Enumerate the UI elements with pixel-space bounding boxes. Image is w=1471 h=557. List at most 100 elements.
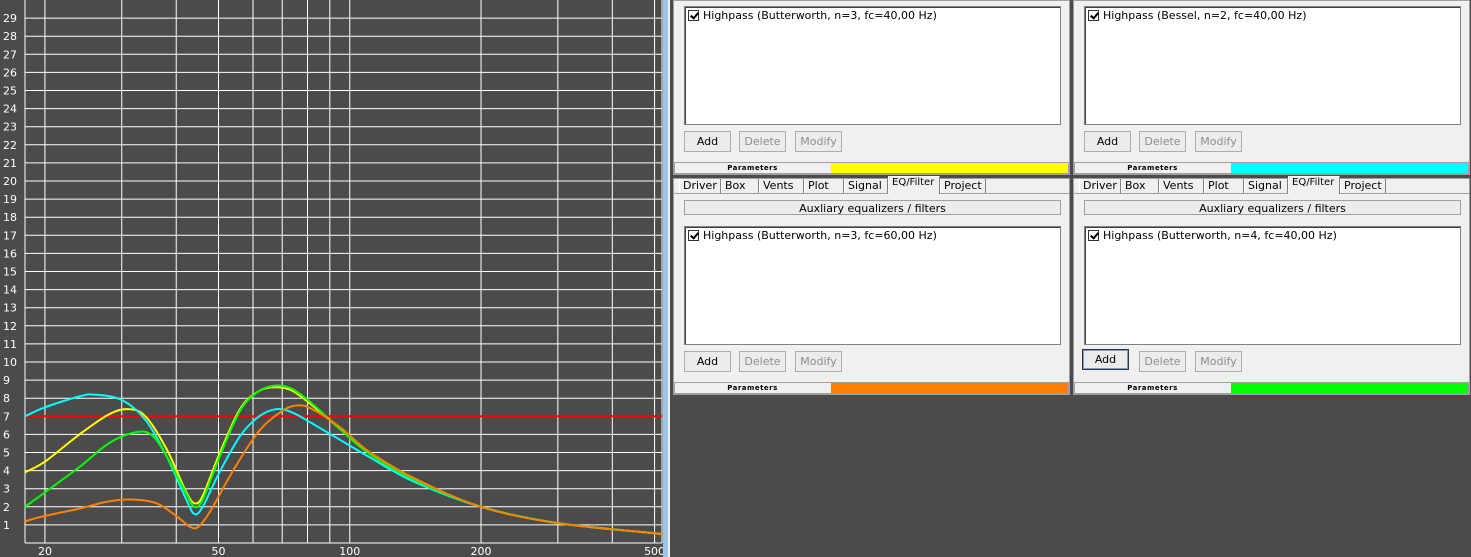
x-tick-label: 50 bbox=[211, 545, 225, 557]
tab-eq-filter[interactable]: EQ/Filter bbox=[1288, 176, 1340, 194]
delete-button[interactable]: Delete bbox=[1139, 351, 1186, 372]
tab-signal[interactable]: Signal bbox=[1244, 179, 1288, 193]
y-tick-label: 19 bbox=[3, 193, 17, 206]
y-tick-label: 3 bbox=[3, 483, 10, 496]
y-tick-label: 16 bbox=[3, 247, 17, 260]
filter-panel-green: Driver Box Vents Plot Signal EQ/Filter P… bbox=[1073, 176, 1470, 395]
parameters-label: Parameters bbox=[727, 164, 778, 172]
series-color-swatch bbox=[1231, 163, 1468, 173]
series-line bbox=[24, 384, 663, 535]
list-item[interactable]: Highpass (Bessel, n=2, fc=40,00 Hz) bbox=[1088, 9, 1307, 23]
checkbox-checked-icon[interactable] bbox=[1088, 230, 1099, 241]
checkbox-checked-icon[interactable] bbox=[688, 230, 699, 241]
y-tick-label: 15 bbox=[3, 266, 17, 279]
splitter-edge bbox=[668, 0, 670, 557]
y-tick-label: 6 bbox=[3, 428, 10, 441]
filter-list[interactable]: Highpass (Butterworth, n=3, fc=40,00 Hz) bbox=[684, 6, 1061, 125]
y-tick-label: 29 bbox=[3, 12, 17, 25]
y-tick-label: 28 bbox=[3, 30, 17, 43]
tab-driver[interactable]: Driver bbox=[1079, 179, 1121, 193]
tab-project[interactable]: Project bbox=[940, 179, 986, 193]
series-line bbox=[24, 393, 663, 535]
y-tick-label: 27 bbox=[3, 48, 17, 61]
y-tick-label: 26 bbox=[3, 66, 17, 79]
y-tick-label: 5 bbox=[3, 447, 10, 460]
modify-button[interactable]: Modify bbox=[795, 351, 842, 372]
frequency-response-chart[interactable]: 1 2 3 4 5 6 7 8 9 10 11 12 13 14 15 16 17 18 19 20 21 22 23 24 2… bbox=[0, 0, 668, 557]
y-tick-label: 17 bbox=[3, 229, 17, 242]
filter-panel-yellow: Highpass (Butterworth, n=3, fc=40,00 Hz)… bbox=[673, 0, 1070, 175]
list-item[interactable]: Highpass (Butterworth, n=4, fc=40,00 Hz) bbox=[1088, 229, 1337, 243]
filter-label: Highpass (Butterworth, n=3, fc=60,00 Hz) bbox=[703, 229, 937, 242]
delete-button[interactable]: Delete bbox=[739, 131, 786, 152]
tab-eq-filter[interactable]: EQ/Filter bbox=[888, 176, 940, 194]
x-tick-label: 100 bbox=[339, 545, 360, 557]
filter-panel-cyan: Highpass (Bessel, n=2, fc=40,00 Hz) Add … bbox=[1073, 0, 1470, 175]
tab-box[interactable]: Box bbox=[721, 179, 759, 193]
y-tick-label: 14 bbox=[3, 284, 17, 297]
add-button[interactable]: Add bbox=[684, 351, 731, 372]
parameters-label: Parameters bbox=[727, 384, 778, 392]
parameters-bar[interactable]: Parameters bbox=[1074, 382, 1469, 394]
filter-list[interactable]: Highpass (Bessel, n=2, fc=40,00 Hz) bbox=[1084, 6, 1461, 125]
y-tick-label: 10 bbox=[3, 356, 17, 369]
parameters-bar[interactable]: Parameters bbox=[674, 382, 1069, 394]
x-tick-label: 20 bbox=[38, 545, 52, 557]
filter-label: Highpass (Butterworth, n=4, fc=40,00 Hz) bbox=[1103, 229, 1337, 242]
delete-button[interactable]: Delete bbox=[739, 351, 786, 372]
series-line bbox=[24, 404, 663, 535]
tab-vents[interactable]: Vents bbox=[759, 179, 804, 193]
aux-filters-header[interactable]: Auxliary equalizers / filters bbox=[1084, 200, 1461, 215]
modify-button[interactable]: Modify bbox=[795, 131, 842, 152]
y-tick-label: 21 bbox=[3, 157, 17, 170]
y-tick-label: 13 bbox=[3, 302, 17, 315]
y-tick-label: 12 bbox=[3, 320, 17, 333]
filter-list[interactable]: Highpass (Butterworth, n=4, fc=40,00 Hz) bbox=[1084, 226, 1461, 345]
tab-project[interactable]: Project bbox=[1340, 179, 1386, 193]
filter-label: Highpass (Bessel, n=2, fc=40,00 Hz) bbox=[1103, 9, 1307, 22]
chart-svg: 1234567891011121314151617181920212223242… bbox=[3, 0, 665, 557]
parameters-bar[interactable]: Parameters bbox=[1074, 162, 1469, 174]
modify-button[interactable]: Modify bbox=[1195, 351, 1242, 372]
add-button[interactable]: Add bbox=[1084, 131, 1131, 152]
tab-vents[interactable]: Vents bbox=[1159, 179, 1204, 193]
parameters-bar[interactable]: Parameters bbox=[674, 162, 1069, 174]
tab-strip: Driver Box Vents Plot Signal EQ/Filter P… bbox=[674, 176, 1069, 194]
checkbox-checked-icon[interactable] bbox=[1088, 10, 1099, 21]
parameters-label: Parameters bbox=[1127, 164, 1178, 172]
y-tick-label: 25 bbox=[3, 85, 17, 98]
series-color-swatch bbox=[831, 383, 1068, 393]
filter-list[interactable]: Highpass (Butterworth, n=3, fc=60,00 Hz) bbox=[684, 226, 1061, 345]
y-tick-label: 18 bbox=[3, 211, 17, 224]
delete-button[interactable]: Delete bbox=[1139, 131, 1186, 152]
filter-panel-orange: Driver Box Vents Plot Signal EQ/Filter P… bbox=[673, 176, 1070, 395]
add-button[interactable]: Add bbox=[684, 131, 731, 152]
x-tick-label: 200 bbox=[471, 545, 492, 557]
list-item[interactable]: Highpass (Butterworth, n=3, fc=60,00 Hz) bbox=[688, 229, 937, 243]
y-tick-label: 24 bbox=[3, 103, 17, 116]
tab-strip: Driver Box Vents Plot Signal EQ/Filter P… bbox=[1074, 176, 1469, 194]
y-tick-label: 20 bbox=[3, 175, 17, 188]
aux-filters-header[interactable]: Auxliary equalizers / filters bbox=[684, 200, 1061, 215]
series-color-swatch bbox=[831, 163, 1068, 173]
tab-box[interactable]: Box bbox=[1121, 179, 1159, 193]
modify-button[interactable]: Modify bbox=[1195, 131, 1242, 152]
parameters-label: Parameters bbox=[1127, 384, 1178, 392]
list-item[interactable]: Highpass (Butterworth, n=3, fc=40,00 Hz) bbox=[688, 9, 937, 23]
checkbox-checked-icon[interactable] bbox=[688, 10, 699, 21]
y-tick-label: 4 bbox=[3, 465, 10, 478]
tab-plot[interactable]: Plot bbox=[804, 179, 844, 193]
y-tick-label: 1 bbox=[3, 519, 10, 532]
y-tick-label: 23 bbox=[3, 121, 17, 134]
filter-label: Highpass (Butterworth, n=3, fc=40,00 Hz) bbox=[703, 9, 937, 22]
y-tick-label: 8 bbox=[3, 392, 10, 405]
tab-signal[interactable]: Signal bbox=[844, 179, 888, 193]
add-button[interactable]: Add bbox=[1082, 349, 1129, 370]
y-tick-label: 22 bbox=[3, 139, 17, 152]
tab-plot[interactable]: Plot bbox=[1204, 179, 1244, 193]
series-color-swatch bbox=[1231, 383, 1468, 393]
tab-driver[interactable]: Driver bbox=[679, 179, 721, 193]
y-tick-label: 9 bbox=[3, 374, 10, 387]
x-tick-label: 500 bbox=[644, 545, 665, 557]
y-tick-label: 2 bbox=[3, 501, 10, 514]
